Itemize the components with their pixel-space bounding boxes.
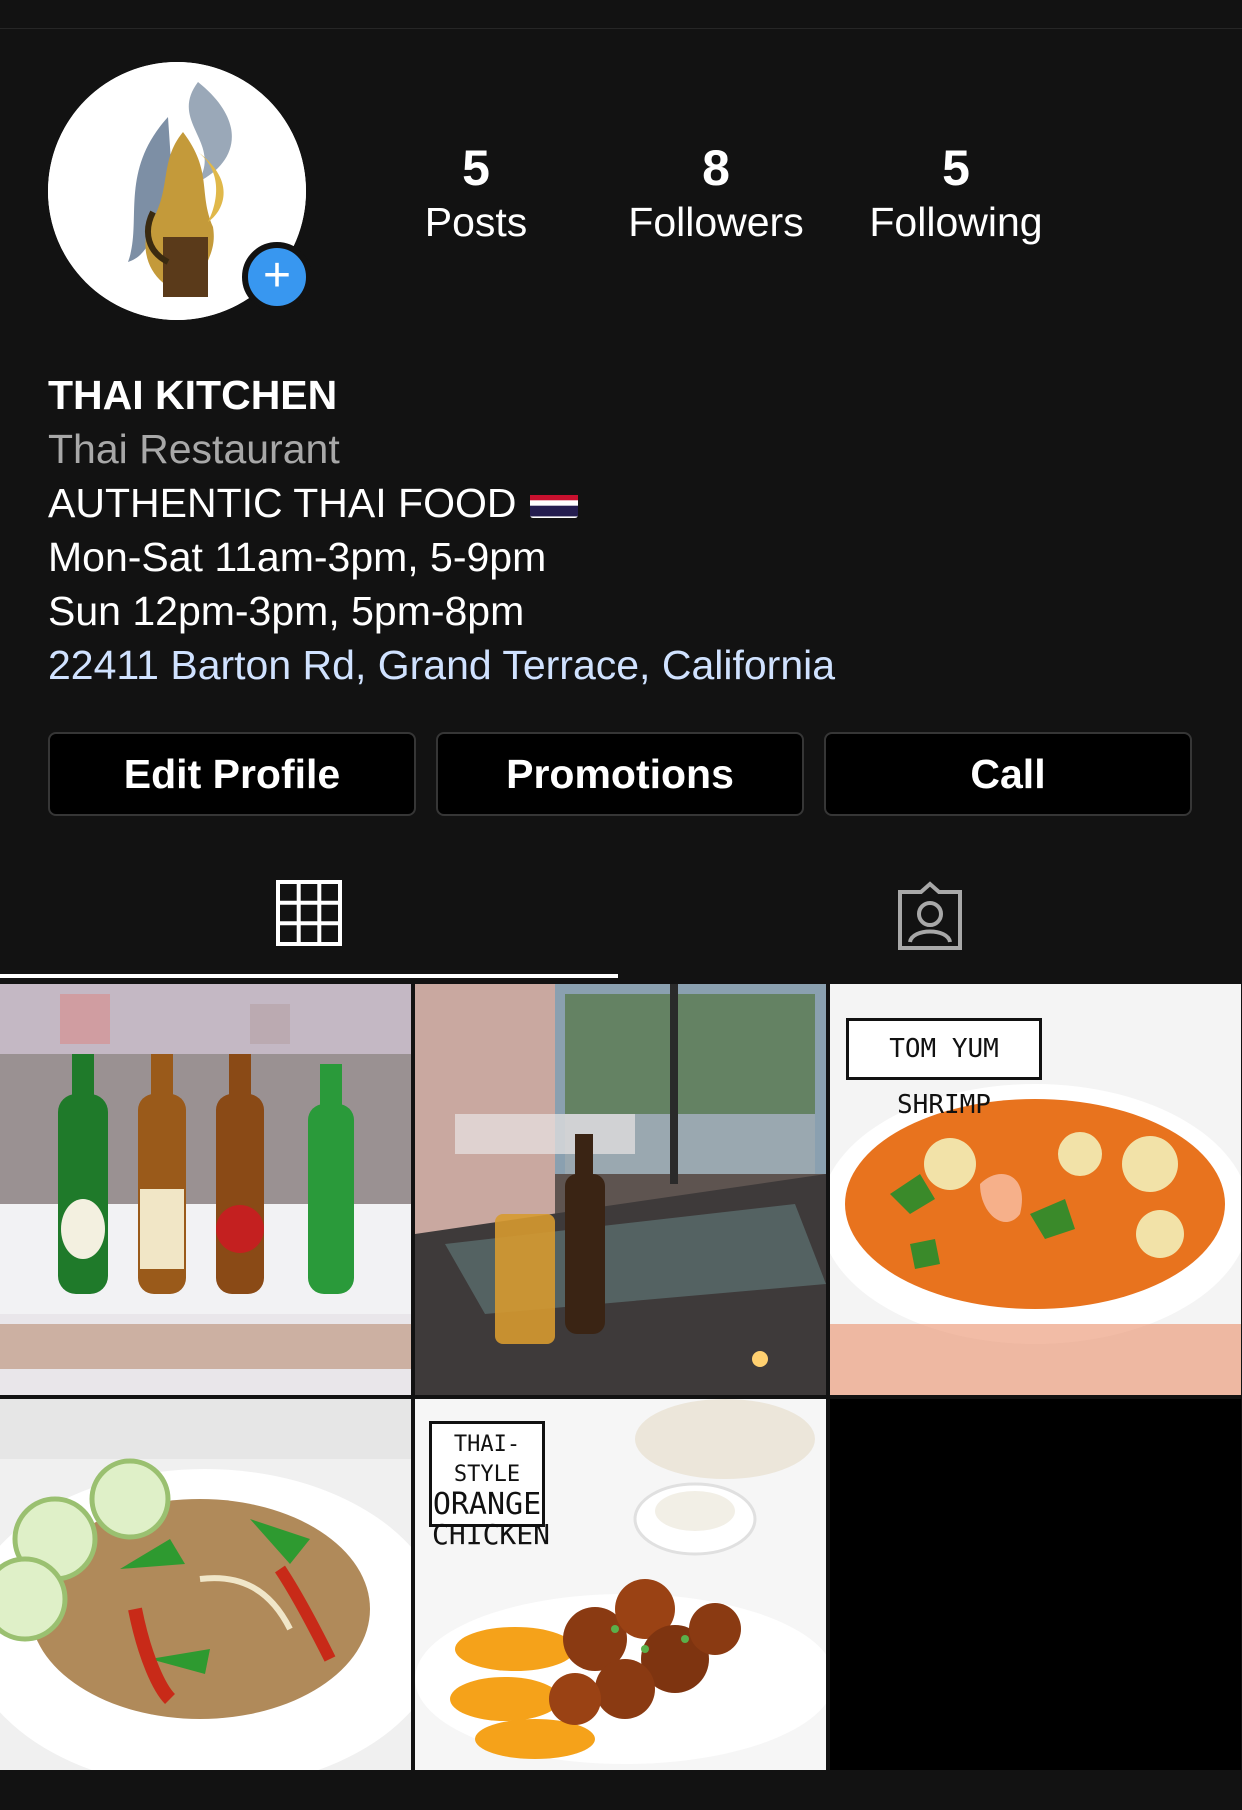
following-count: 5 xyxy=(942,140,970,196)
beer-bottles-image xyxy=(0,984,411,1395)
post-thumbnail-beers[interactable] xyxy=(0,984,411,1395)
followers-label: Followers xyxy=(628,199,804,245)
grid-icon xyxy=(276,880,342,946)
profile-name: THAI KITCHEN xyxy=(48,372,338,418)
followers-count: 8 xyxy=(702,140,730,196)
bio-line: AUTHENTIC THAI FOOD xyxy=(48,476,1198,530)
empty-grid-slot xyxy=(830,1399,1241,1770)
tagged-person-icon xyxy=(898,881,962,950)
caption-line: CHICKEN xyxy=(432,1518,551,1551)
post-thumbnail-dining-room[interactable] xyxy=(415,984,826,1395)
posts-stat[interactable]: 5 Posts xyxy=(366,140,586,248)
basil-stirfry-image xyxy=(0,1399,411,1770)
bio-line: Mon-Sat 11am-3pm, 5-9pm xyxy=(48,534,547,580)
following-label: Following xyxy=(869,199,1043,245)
post-thumbnail-basil-stirfry[interactable] xyxy=(0,1399,411,1810)
call-button[interactable]: Call xyxy=(824,732,1192,816)
posts-count: 5 xyxy=(462,140,490,196)
caption-line: ORANGE xyxy=(432,1487,542,1522)
profile-category: Thai Restaurant xyxy=(48,426,340,472)
following-stat[interactable]: 5 Following xyxy=(846,140,1066,248)
restaurant-interior-image xyxy=(415,984,826,1395)
thailand-flag-icon xyxy=(530,486,579,519)
post-thumbnail-tom-yum[interactable]: TOM YUM SHRIMP xyxy=(830,984,1241,1395)
edit-profile-button[interactable]: Edit Profile xyxy=(48,732,416,816)
post-thumbnail-orange-chicken[interactable]: THAI-STYLE ORANGE CHICKEN xyxy=(415,1399,826,1810)
bio-line: Sun 12pm-3pm, 5pm-8pm xyxy=(48,588,525,634)
post-caption-label: THAI-STYLE ORANGE CHICKEN xyxy=(429,1421,550,1550)
posts-label: Posts xyxy=(424,199,528,245)
caption-line: THAI-STYLE xyxy=(453,1432,521,1487)
profile-bio: THAI KITCHEN Thai Restaurant AUTHENTIC T… xyxy=(48,368,1198,692)
bio-line-text: AUTHENTIC THAI FOOD xyxy=(48,480,517,526)
promotions-button[interactable]: Promotions xyxy=(436,732,804,816)
status-bar-divider xyxy=(0,0,1242,29)
plus-icon: + xyxy=(262,249,292,302)
tab-tagged[interactable] xyxy=(620,860,1238,980)
add-story-button[interactable]: + xyxy=(242,242,312,312)
tab-posts-grid[interactable] xyxy=(0,860,618,980)
address-link[interactable]: 22411 Barton Rd, Grand Terrace, Californ… xyxy=(48,638,1198,692)
post-caption-label: TOM YUM SHRIMP xyxy=(846,1018,1042,1120)
followers-stat[interactable]: 8 Followers xyxy=(606,140,826,248)
active-tab-indicator xyxy=(0,974,618,978)
